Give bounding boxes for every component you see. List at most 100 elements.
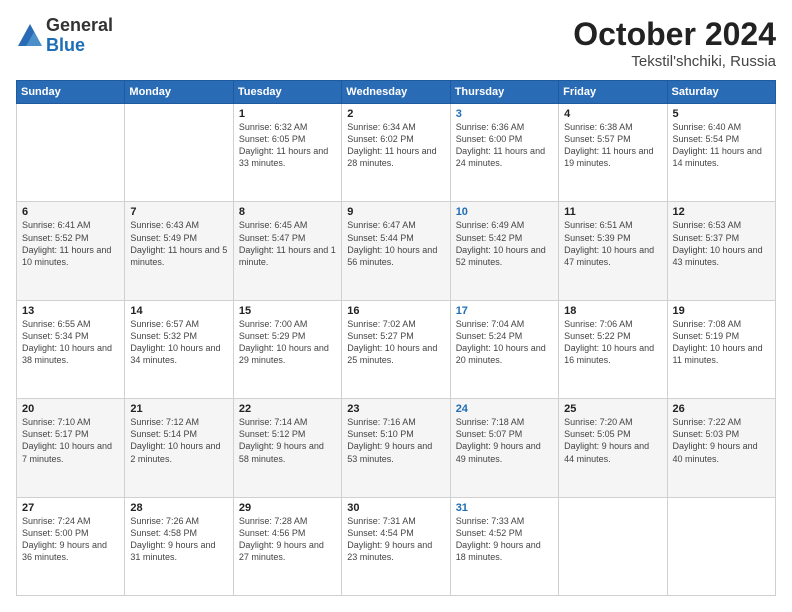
calendar-cell: 26Sunrise: 7:22 AMSunset: 5:03 PMDayligh… bbox=[667, 399, 775, 497]
day-number: 9 bbox=[347, 206, 444, 218]
day-info: Sunrise: 7:12 AMSunset: 5:14 PMDaylight:… bbox=[130, 416, 227, 465]
day-info: Sunrise: 6:51 AMSunset: 5:39 PMDaylight:… bbox=[564, 219, 661, 268]
calendar-cell: 12Sunrise: 6:53 AMSunset: 5:37 PMDayligh… bbox=[667, 202, 775, 300]
day-info: Sunrise: 7:24 AMSunset: 5:00 PMDaylight:… bbox=[22, 515, 119, 564]
calendar-cell: 27Sunrise: 7:24 AMSunset: 5:00 PMDayligh… bbox=[17, 497, 125, 595]
calendar-cell: 16Sunrise: 7:02 AMSunset: 5:27 PMDayligh… bbox=[342, 300, 450, 398]
calendar-cell: 19Sunrise: 7:08 AMSunset: 5:19 PMDayligh… bbox=[667, 300, 775, 398]
logo-general: General bbox=[46, 15, 113, 35]
page: General Blue October 2024 Tekstil'shchik… bbox=[0, 0, 792, 612]
day-info: Sunrise: 7:16 AMSunset: 5:10 PMDaylight:… bbox=[347, 416, 444, 465]
day-info: Sunrise: 6:43 AMSunset: 5:49 PMDaylight:… bbox=[130, 219, 227, 268]
day-number: 20 bbox=[22, 403, 119, 415]
day-info: Sunrise: 7:10 AMSunset: 5:17 PMDaylight:… bbox=[22, 416, 119, 465]
calendar-table: SundayMondayTuesdayWednesdayThursdayFrid… bbox=[16, 80, 776, 596]
day-info: Sunrise: 6:45 AMSunset: 5:47 PMDaylight:… bbox=[239, 219, 336, 268]
day-number: 24 bbox=[456, 403, 553, 415]
day-info: Sunrise: 6:40 AMSunset: 5:54 PMDaylight:… bbox=[673, 121, 770, 170]
weekday-header-monday: Monday bbox=[125, 81, 233, 104]
calendar-cell bbox=[17, 104, 125, 202]
calendar-cell: 5Sunrise: 6:40 AMSunset: 5:54 PMDaylight… bbox=[667, 104, 775, 202]
day-number: 15 bbox=[239, 305, 336, 317]
day-number: 1 bbox=[239, 108, 336, 120]
calendar-cell: 6Sunrise: 6:41 AMSunset: 5:52 PMDaylight… bbox=[17, 202, 125, 300]
calendar-cell bbox=[125, 104, 233, 202]
day-info: Sunrise: 7:08 AMSunset: 5:19 PMDaylight:… bbox=[673, 318, 770, 367]
calendar-cell: 11Sunrise: 6:51 AMSunset: 5:39 PMDayligh… bbox=[559, 202, 667, 300]
weekday-header-saturday: Saturday bbox=[667, 81, 775, 104]
month-title: October 2024 bbox=[573, 16, 776, 53]
calendar-week-5: 27Sunrise: 7:24 AMSunset: 5:00 PMDayligh… bbox=[17, 497, 776, 595]
day-number: 3 bbox=[456, 108, 553, 120]
calendar-cell: 14Sunrise: 6:57 AMSunset: 5:32 PMDayligh… bbox=[125, 300, 233, 398]
day-info: Sunrise: 6:32 AMSunset: 6:05 PMDaylight:… bbox=[239, 121, 336, 170]
day-number: 4 bbox=[564, 108, 661, 120]
calendar-week-1: 1Sunrise: 6:32 AMSunset: 6:05 PMDaylight… bbox=[17, 104, 776, 202]
calendar-week-3: 13Sunrise: 6:55 AMSunset: 5:34 PMDayligh… bbox=[17, 300, 776, 398]
day-number: 19 bbox=[673, 305, 770, 317]
day-info: Sunrise: 7:04 AMSunset: 5:24 PMDaylight:… bbox=[456, 318, 553, 367]
day-info: Sunrise: 6:36 AMSunset: 6:00 PMDaylight:… bbox=[456, 121, 553, 170]
day-info: Sunrise: 7:22 AMSunset: 5:03 PMDaylight:… bbox=[673, 416, 770, 465]
calendar-cell: 15Sunrise: 7:00 AMSunset: 5:29 PMDayligh… bbox=[233, 300, 341, 398]
weekday-header-friday: Friday bbox=[559, 81, 667, 104]
day-info: Sunrise: 7:20 AMSunset: 5:05 PMDaylight:… bbox=[564, 416, 661, 465]
calendar-cell: 29Sunrise: 7:28 AMSunset: 4:56 PMDayligh… bbox=[233, 497, 341, 595]
day-number: 14 bbox=[130, 305, 227, 317]
day-info: Sunrise: 6:38 AMSunset: 5:57 PMDaylight:… bbox=[564, 121, 661, 170]
calendar-cell: 22Sunrise: 7:14 AMSunset: 5:12 PMDayligh… bbox=[233, 399, 341, 497]
calendar-cell: 7Sunrise: 6:43 AMSunset: 5:49 PMDaylight… bbox=[125, 202, 233, 300]
day-number: 5 bbox=[673, 108, 770, 120]
day-info: Sunrise: 6:41 AMSunset: 5:52 PMDaylight:… bbox=[22, 219, 119, 268]
day-info: Sunrise: 6:34 AMSunset: 6:02 PMDaylight:… bbox=[347, 121, 444, 170]
weekday-header-wednesday: Wednesday bbox=[342, 81, 450, 104]
logo-text: General Blue bbox=[46, 16, 113, 56]
day-number: 30 bbox=[347, 502, 444, 514]
day-number: 8 bbox=[239, 206, 336, 218]
day-number: 17 bbox=[456, 305, 553, 317]
logo: General Blue bbox=[16, 16, 113, 56]
weekday-header-sunday: Sunday bbox=[17, 81, 125, 104]
logo-icon bbox=[16, 22, 44, 50]
calendar-cell: 30Sunrise: 7:31 AMSunset: 4:54 PMDayligh… bbox=[342, 497, 450, 595]
day-number: 12 bbox=[673, 206, 770, 218]
day-info: Sunrise: 7:00 AMSunset: 5:29 PMDaylight:… bbox=[239, 318, 336, 367]
calendar-week-2: 6Sunrise: 6:41 AMSunset: 5:52 PMDaylight… bbox=[17, 202, 776, 300]
calendar-cell: 10Sunrise: 6:49 AMSunset: 5:42 PMDayligh… bbox=[450, 202, 558, 300]
day-number: 7 bbox=[130, 206, 227, 218]
day-info: Sunrise: 7:26 AMSunset: 4:58 PMDaylight:… bbox=[130, 515, 227, 564]
calendar-cell: 2Sunrise: 6:34 AMSunset: 6:02 PMDaylight… bbox=[342, 104, 450, 202]
title-block: October 2024 Tekstil'shchiki, Russia bbox=[573, 16, 776, 70]
day-number: 25 bbox=[564, 403, 661, 415]
calendar-cell: 13Sunrise: 6:55 AMSunset: 5:34 PMDayligh… bbox=[17, 300, 125, 398]
day-number: 11 bbox=[564, 206, 661, 218]
weekday-header-thursday: Thursday bbox=[450, 81, 558, 104]
calendar-cell: 18Sunrise: 7:06 AMSunset: 5:22 PMDayligh… bbox=[559, 300, 667, 398]
day-info: Sunrise: 7:18 AMSunset: 5:07 PMDaylight:… bbox=[456, 416, 553, 465]
calendar-cell: 21Sunrise: 7:12 AMSunset: 5:14 PMDayligh… bbox=[125, 399, 233, 497]
calendar-cell: 4Sunrise: 6:38 AMSunset: 5:57 PMDaylight… bbox=[559, 104, 667, 202]
day-info: Sunrise: 7:28 AMSunset: 4:56 PMDaylight:… bbox=[239, 515, 336, 564]
day-number: 2 bbox=[347, 108, 444, 120]
day-number: 26 bbox=[673, 403, 770, 415]
calendar-cell bbox=[559, 497, 667, 595]
logo-blue: Blue bbox=[46, 35, 85, 55]
location-subtitle: Tekstil'shchiki, Russia bbox=[573, 53, 776, 70]
day-info: Sunrise: 7:33 AMSunset: 4:52 PMDaylight:… bbox=[456, 515, 553, 564]
day-number: 6 bbox=[22, 206, 119, 218]
calendar-cell: 8Sunrise: 6:45 AMSunset: 5:47 PMDaylight… bbox=[233, 202, 341, 300]
day-number: 31 bbox=[456, 502, 553, 514]
calendar-week-4: 20Sunrise: 7:10 AMSunset: 5:17 PMDayligh… bbox=[17, 399, 776, 497]
day-number: 23 bbox=[347, 403, 444, 415]
day-info: Sunrise: 7:31 AMSunset: 4:54 PMDaylight:… bbox=[347, 515, 444, 564]
day-number: 13 bbox=[22, 305, 119, 317]
calendar-cell: 23Sunrise: 7:16 AMSunset: 5:10 PMDayligh… bbox=[342, 399, 450, 497]
day-info: Sunrise: 6:57 AMSunset: 5:32 PMDaylight:… bbox=[130, 318, 227, 367]
day-number: 10 bbox=[456, 206, 553, 218]
calendar-cell: 28Sunrise: 7:26 AMSunset: 4:58 PMDayligh… bbox=[125, 497, 233, 595]
calendar-cell: 3Sunrise: 6:36 AMSunset: 6:00 PMDaylight… bbox=[450, 104, 558, 202]
day-info: Sunrise: 7:14 AMSunset: 5:12 PMDaylight:… bbox=[239, 416, 336, 465]
day-number: 28 bbox=[130, 502, 227, 514]
day-info: Sunrise: 6:47 AMSunset: 5:44 PMDaylight:… bbox=[347, 219, 444, 268]
weekday-header-row: SundayMondayTuesdayWednesdayThursdayFrid… bbox=[17, 81, 776, 104]
